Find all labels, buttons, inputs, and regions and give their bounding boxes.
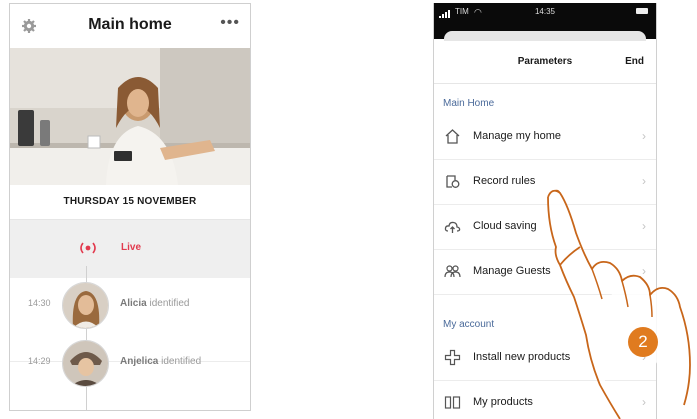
chevron-right-icon: ›	[642, 129, 646, 143]
menu-item-label: Record rules	[473, 175, 536, 187]
event-time: 14:29	[28, 356, 51, 366]
section-title-my-account: My account	[443, 319, 495, 330]
battery-icon	[636, 8, 648, 14]
live-row[interactable]: Live	[10, 220, 250, 278]
event-status: identified	[149, 298, 190, 309]
menu-item-manage-my-home[interactable]: Manage my home ›	[434, 115, 656, 160]
menu-item-label: Manage my home	[473, 130, 562, 142]
home-header: Main home •••	[10, 4, 250, 48]
live-label: Live	[121, 242, 142, 253]
more-icon[interactable]: •••	[220, 14, 240, 32]
record-rules-icon	[446, 175, 460, 188]
camera-photo[interactable]	[10, 48, 250, 185]
event-status: identified	[161, 356, 202, 367]
live-broadcast-icon	[80, 242, 96, 254]
clock: 14:35	[534, 7, 556, 16]
avatar	[62, 340, 109, 387]
sheet-handle	[444, 31, 646, 41]
event-row[interactable]: 14:29 Anjelica identified	[10, 338, 250, 388]
guests-icon	[444, 265, 461, 278]
pointing-hand-illustration	[547, 189, 691, 419]
parameters-header: Parameters End	[434, 41, 656, 84]
plus-icon	[444, 349, 461, 366]
menu-item-label: Manage Guests	[473, 265, 551, 277]
event-row[interactable]: 14:30 Alicia identified	[10, 280, 250, 330]
date-header: THURSDAY 15 NOVEMBER	[10, 185, 250, 220]
event-time: 14:30	[28, 298, 51, 308]
products-icon	[444, 396, 461, 409]
page-title: Parameters	[517, 56, 573, 67]
avatar	[62, 282, 109, 329]
home-screen: Main home ••• THURSDAY 15 NOVEMBER Live …	[9, 3, 251, 411]
cloud-upload-icon	[444, 221, 461, 233]
step-number-badge: 2	[628, 327, 658, 357]
menu-item-label: Cloud saving	[473, 220, 537, 232]
event-name: Anjelica	[120, 356, 159, 367]
status-bar: TIM ◠ 14:35	[434, 3, 656, 41]
event-name: Alicia	[120, 298, 147, 309]
page-title: Main home	[88, 16, 172, 33]
end-button[interactable]: End	[625, 56, 644, 67]
house-icon	[445, 129, 460, 144]
menu-item-label: My products	[473, 396, 533, 408]
section-title-main-home: Main Home	[443, 98, 495, 109]
